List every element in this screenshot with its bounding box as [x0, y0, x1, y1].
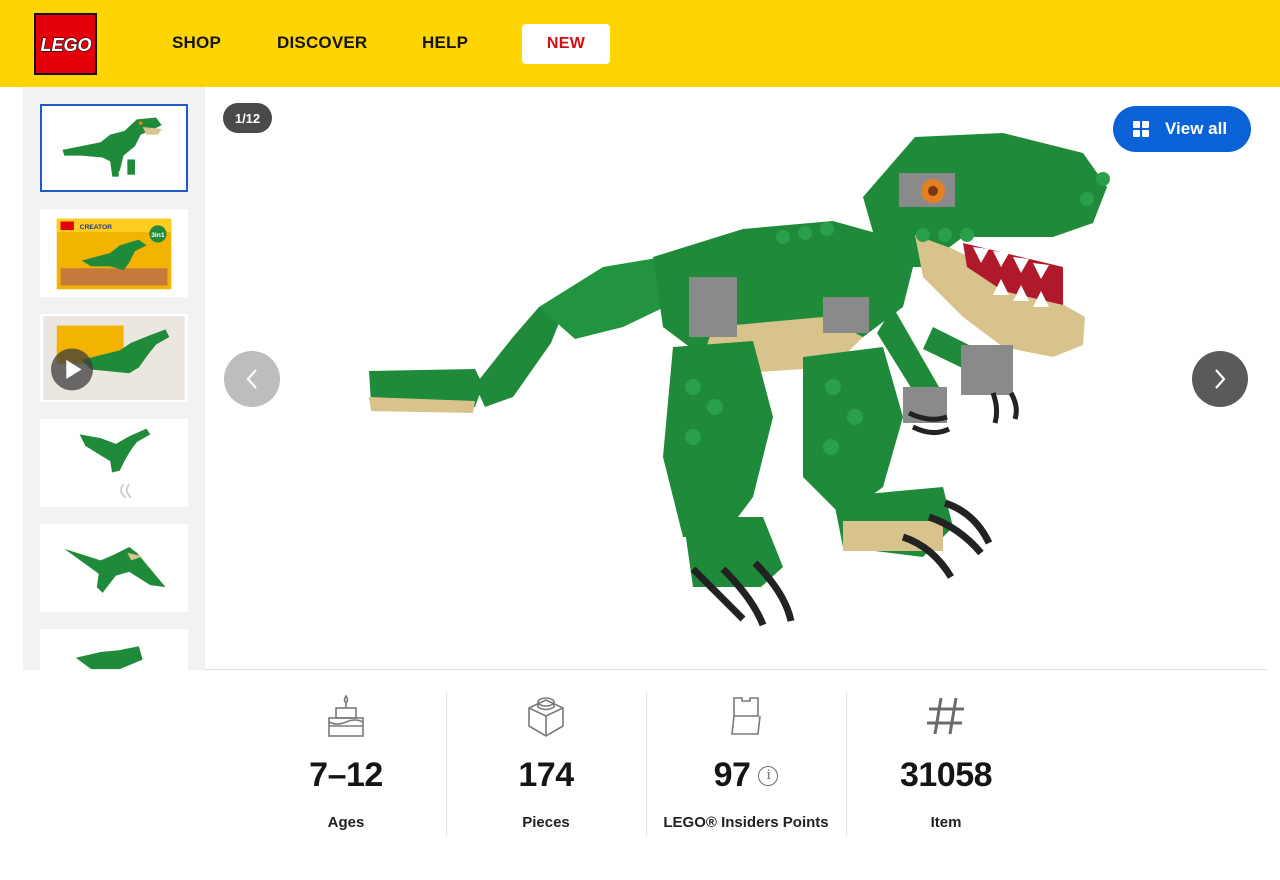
cake-icon: [321, 692, 371, 740]
brick-icon: [521, 692, 571, 740]
product-gallery: CREATOR 3in1 1/12 View all: [23, 87, 1267, 670]
next-image-button[interactable]: [1192, 351, 1248, 407]
item-label: Item: [930, 814, 962, 831]
stat-ages: 7–12 Ages: [246, 692, 446, 836]
hash-icon: [921, 692, 971, 740]
thumbnail-box-front[interactable]: CREATOR 3in1: [40, 209, 188, 297]
thumbnail-dinosaur-small[interactable]: [40, 419, 188, 507]
nav-shop[interactable]: SHOP: [172, 33, 221, 53]
item-value: 31058: [899, 756, 993, 794]
previous-image-button[interactable]: [224, 351, 280, 407]
nav-help[interactable]: HELP: [422, 33, 468, 53]
info-icon[interactable]: i: [758, 765, 779, 786]
insiders-points-label: LEGO® Insiders Points: [663, 814, 829, 831]
ages-value: 7–12: [309, 756, 383, 794]
chevron-right-icon: [1215, 369, 1226, 389]
view-all-label: View all: [1165, 119, 1228, 138]
lego-logo[interactable]: LEGO: [34, 13, 97, 75]
stat-pieces: 174 Pieces: [446, 692, 646, 836]
pieces-label: Pieces: [522, 814, 570, 831]
thumbnail-dinosaur-side[interactable]: [40, 104, 188, 192]
pieces-value: 174: [518, 756, 574, 794]
new-button[interactable]: NEW: [522, 24, 610, 64]
ages-label: Ages: [327, 814, 365, 831]
view-all-button[interactable]: View all: [1113, 106, 1251, 152]
site-header: LEGO SHOP DISCOVER HELP NEW: [0, 0, 1280, 87]
svg-text:LEGO: LEGO: [40, 35, 91, 55]
thumbnail-rail[interactable]: CREATOR 3in1: [23, 87, 205, 670]
product-main-image[interactable]: [363, 117, 1123, 637]
nav-discover[interactable]: DISCOVER: [277, 33, 367, 53]
thumbnail-pterodactyl[interactable]: [40, 524, 188, 612]
thumbnail-partial[interactable]: [40, 629, 188, 670]
insiders-points-value-row: 97 i: [646, 756, 846, 795]
product-stats: 7–12 Ages 174 Pieces 97 i LEGO® Insiders…: [246, 692, 1046, 836]
stat-insiders-points: 97 i LEGO® Insiders Points: [646, 692, 846, 836]
box-creator-text: CREATOR: [80, 224, 113, 231]
grid-icon: [1133, 121, 1149, 137]
insiders-points-value: 97: [713, 756, 751, 794]
chevron-left-icon: [246, 369, 257, 389]
image-counter: 1/12: [223, 103, 272, 133]
thumbnail-video[interactable]: [40, 314, 188, 402]
stat-item: 31058 Item: [846, 692, 1046, 836]
insiders-icon: [721, 692, 771, 740]
box-badge-text: 3in1: [151, 232, 165, 239]
